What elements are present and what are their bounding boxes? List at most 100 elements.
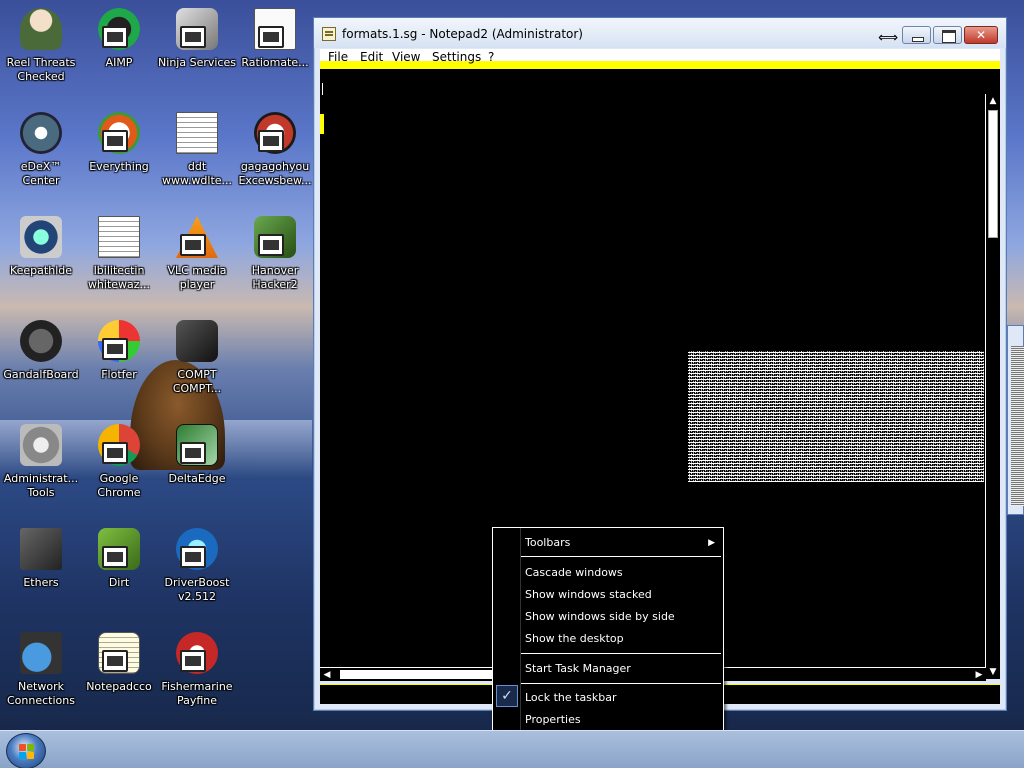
desktop-icon[interactable]: eDeX™ Center [2, 110, 80, 188]
vlc-icon [174, 214, 220, 260]
menu-edit[interactable]: Edit [360, 50, 383, 64]
desktop-icon[interactable]: Administrat... Tools [2, 422, 80, 500]
desktop-icon[interactable]: gagagohyou Excewsbew... [236, 110, 314, 188]
background-window-edge[interactable] [1007, 325, 1024, 515]
menu-bar: File Edit View Settings ? [320, 49, 1000, 65]
desktop-icon[interactable]: Network Connections [2, 630, 80, 708]
desktop-icon-label: Google Chrome [97, 472, 141, 499]
desktop-icon-label: ddt www.wdlte... [161, 160, 233, 187]
app-icon [252, 110, 298, 156]
scroll-right-icon[interactable]: ▶ [972, 668, 986, 682]
desktop-icon-label: AIMP [105, 56, 133, 69]
taskbar-context-menu: Toolbars ▶ Cascade windows Show windows … [492, 527, 724, 732]
desktop-icon[interactable]: Ratiomate... [236, 6, 314, 70]
title-bar[interactable]: formats.1.sg - Notepad2 (Administrator) … [314, 18, 1006, 48]
text-file-icon [174, 110, 220, 156]
maximize-button[interactable] [933, 26, 962, 44]
notepad-icon [96, 630, 142, 676]
menu-separator [521, 556, 721, 557]
menu-settings[interactable]: Settings [432, 50, 481, 64]
scroll-left-icon[interactable]: ◀ [320, 668, 334, 682]
scroll-up-icon[interactable]: ▲ [986, 94, 1000, 108]
desktop-icon[interactable]: COMPT COMPT... [158, 318, 236, 396]
menu-file[interactable]: File [328, 50, 348, 64]
desktop-icon[interactable]: Everything [80, 110, 158, 174]
text-cursor [322, 83, 323, 95]
vertical-scrollbar[interactable]: ▲ ▼ [985, 94, 1000, 679]
close-button[interactable]: ✕ [964, 26, 998, 44]
desktop-icon-label: gagagohyou Excewsbew... [238, 160, 312, 187]
desktop-icon-label: Reel Threats Checked [6, 56, 76, 83]
desktop-icon-label: Everything [89, 160, 149, 173]
desktop-icon[interactable]: Fishermarine Payfine [158, 630, 236, 708]
desktop-icon-label: Administrat... Tools [3, 472, 79, 499]
desktop-icon[interactable]: Dirt [80, 526, 158, 590]
gauge-icon [18, 110, 64, 156]
app-icon [96, 318, 142, 364]
desktop-icon[interactable]: Ninja Services [158, 6, 236, 70]
monitor-icon [252, 214, 298, 260]
desktop-icon-label: Ethers [23, 576, 59, 589]
menu-help[interactable]: ? [488, 50, 494, 64]
desktop-icon-label: Keepathlde [9, 264, 72, 277]
app-icon [96, 526, 142, 572]
menu-separator [521, 653, 721, 654]
scroll-down-icon[interactable]: ▼ [986, 665, 1000, 679]
character-icon [18, 6, 64, 52]
desktop-icon[interactable]: Keepathlde [2, 214, 80, 278]
start-button[interactable] [6, 733, 46, 768]
desktop-icons-area: Reel Threats Checked AIMP Ninja Services… [0, 0, 312, 730]
services-icon [174, 6, 220, 52]
notepad-app-icon[interactable] [322, 27, 336, 41]
search-icon [96, 110, 142, 156]
desktop-icon[interactable]: Google Chrome [80, 422, 158, 500]
menu-item-stacked[interactable]: Show windows stacked [525, 588, 652, 601]
network-icon [18, 630, 64, 676]
desktop-icon-label: Ibilitectin whitewaz... [87, 264, 151, 291]
menu-item-toolbars[interactable]: Toolbars [525, 536, 570, 549]
desktop-icon[interactable]: DriverBoost v2.512 [158, 526, 236, 604]
taskbar[interactable] [0, 730, 1024, 768]
menu-item-properties[interactable]: Properties [525, 713, 581, 726]
menu-item-lock-taskbar[interactable]: Lock the taskbar [525, 691, 617, 704]
backup-icon [18, 214, 64, 260]
aimp-icon [96, 6, 142, 52]
desktop-icon-label: GandalfBoard [3, 368, 79, 381]
menu-item-task-manager[interactable]: Start Task Manager [525, 662, 631, 675]
desktop-icon[interactable]: Flotfer [80, 318, 158, 382]
chevron-right-icon: ▶ [708, 538, 715, 548]
gear-icon [18, 422, 64, 468]
menu-item-side-by-side[interactable]: Show windows side by side [525, 610, 675, 623]
desktop-icon[interactable]: Ibilitectin whitewaz... [80, 214, 158, 292]
desktop-icon-label: Flotfer [101, 368, 137, 381]
desktop-icon-label: COMPT COMPT... [172, 368, 222, 395]
folder-icon [18, 526, 64, 572]
desktop-icon-label: Fishermarine Payfine [161, 680, 233, 707]
desktop-icon-label: Ninja Services [158, 56, 236, 69]
desktop-icon-label: DriverBoost v2.512 [164, 576, 230, 603]
chrome-icon [96, 422, 142, 468]
desktop-icon[interactable]: ddt www.wdlte... [158, 110, 236, 188]
desktop-icon-label: Notepadcco [86, 680, 152, 693]
desktop-icon[interactable]: VLC media player [158, 214, 236, 292]
menu-item-show-desktop[interactable]: Show the desktop [525, 632, 624, 645]
vertical-scroll-thumb[interactable] [988, 110, 998, 238]
desktop-icon-label: DeltaEdge [168, 472, 226, 485]
line-marker [320, 114, 324, 134]
editor-icon [174, 422, 220, 468]
desktop-icon[interactable]: Reel Threats Checked [2, 6, 80, 84]
desktop-icon-label: Ratiomate... [241, 56, 309, 69]
desktop-icon-label: Hanover Hacker2 [251, 264, 299, 291]
desktop-icon-label: Dirt [108, 576, 130, 589]
minimize-button[interactable] [902, 26, 931, 44]
computer-icon [174, 318, 220, 364]
desktop-icon[interactable]: Hanover Hacker2 [236, 214, 314, 292]
desktop-icon[interactable]: Notepadcco [80, 630, 158, 694]
desktop-icon[interactable]: Ethers [2, 526, 80, 590]
menu-view[interactable]: View [392, 50, 420, 64]
menu-item-cascade[interactable]: Cascade windows [525, 566, 623, 579]
desktop-icon[interactable]: DeltaEdge [158, 422, 236, 486]
app-icon [174, 630, 220, 676]
desktop-icon[interactable]: AIMP [80, 6, 158, 70]
desktop-icon[interactable]: GandalfBoard [2, 318, 80, 382]
